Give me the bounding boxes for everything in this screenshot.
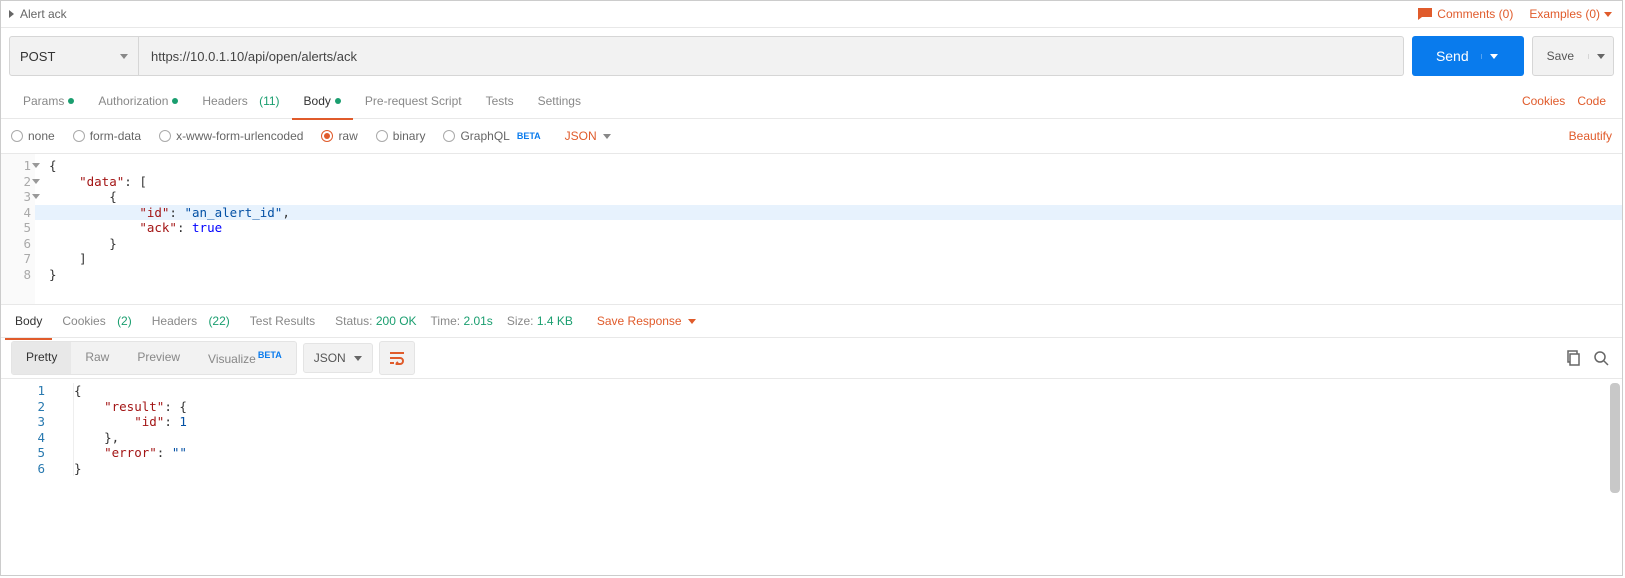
send-dropdown[interactable] bbox=[1481, 54, 1506, 59]
tab-prerequest[interactable]: Pre-request Script bbox=[353, 84, 474, 118]
wrap-lines-button[interactable] bbox=[379, 341, 415, 375]
resp-tab-cookies[interactable]: Cookies (2) bbox=[52, 304, 141, 338]
bodytype-none[interactable]: none bbox=[11, 129, 55, 143]
response-language-select[interactable]: JSON bbox=[303, 343, 373, 373]
line-gutter: 123456 bbox=[1, 379, 55, 575]
radio-icon bbox=[321, 130, 333, 142]
copy-response-button[interactable] bbox=[1562, 347, 1584, 369]
chevron-down-icon bbox=[120, 54, 128, 59]
view-pretty[interactable]: Pretty bbox=[12, 342, 71, 374]
bodytype-binary[interactable]: binary bbox=[376, 129, 426, 143]
resp-tab-headers[interactable]: Headers (22) bbox=[142, 304, 240, 338]
request-name: Alert ack bbox=[20, 7, 67, 21]
radio-icon bbox=[73, 130, 85, 142]
view-preview[interactable]: Preview bbox=[123, 342, 194, 374]
comments-button[interactable]: Comments (0) bbox=[1417, 7, 1513, 21]
tab-authorization[interactable]: Authorization bbox=[86, 84, 190, 118]
radio-icon bbox=[159, 130, 171, 142]
active-dot-icon bbox=[68, 98, 74, 104]
examples-dropdown[interactable]: Examples (0) bbox=[1529, 7, 1612, 21]
cookies-link[interactable]: Cookies bbox=[1516, 94, 1571, 108]
save-dropdown[interactable] bbox=[1588, 54, 1613, 59]
tab-params[interactable]: Params bbox=[11, 84, 86, 118]
radio-icon bbox=[376, 130, 388, 142]
radio-icon bbox=[443, 130, 455, 142]
body-type-row: none form-data x-www-form-urlencoded raw… bbox=[1, 119, 1622, 154]
bodytype-xwww[interactable]: x-www-form-urlencoded bbox=[159, 129, 303, 143]
chevron-down-icon bbox=[688, 319, 696, 324]
bodytype-graphql[interactable]: GraphQLBETA bbox=[443, 129, 540, 143]
wrap-icon bbox=[389, 351, 405, 365]
search-icon bbox=[1593, 350, 1609, 366]
caret-right-icon bbox=[9, 10, 14, 18]
body-language-select[interactable]: JSON bbox=[565, 129, 611, 143]
http-method-select[interactable]: POST bbox=[9, 36, 139, 76]
response-tabs: Body Cookies (2) Headers (22) Test Resul… bbox=[1, 304, 1622, 338]
comment-icon bbox=[1417, 7, 1433, 21]
save-response-dropdown[interactable]: Save Response bbox=[597, 314, 696, 328]
scrollbar-thumb[interactable] bbox=[1610, 383, 1620, 493]
line-gutter: 12345678 bbox=[1, 154, 35, 304]
request-body-editor[interactable]: 12345678 { "data": [ { "id": "an_alert_i… bbox=[1, 154, 1622, 304]
resp-tab-tests[interactable]: Test Results bbox=[240, 304, 325, 338]
radio-icon bbox=[11, 130, 23, 142]
view-visualize[interactable]: VisualizeBETA bbox=[194, 342, 296, 374]
save-button[interactable]: Save bbox=[1532, 36, 1614, 76]
resp-tab-body[interactable]: Body bbox=[5, 304, 52, 340]
code-area[interactable]: { "result": { "id": 1 }, "error": "" } bbox=[55, 379, 1622, 575]
chevron-down-icon bbox=[1597, 54, 1605, 59]
bodytype-raw[interactable]: raw bbox=[321, 129, 357, 143]
postman-window: Alert ack Comments (0) Examples (0) POST… bbox=[0, 0, 1623, 576]
search-response-button[interactable] bbox=[1590, 347, 1612, 369]
response-status: Status: 200 OK Time: 2.01s Size: 1.4 KB bbox=[325, 314, 583, 328]
bodytype-formdata[interactable]: form-data bbox=[73, 129, 141, 143]
active-dot-icon bbox=[172, 98, 178, 104]
top-actions: Comments (0) Examples (0) bbox=[1417, 7, 1622, 21]
view-raw[interactable]: Raw bbox=[71, 342, 123, 374]
chevron-down-icon bbox=[603, 134, 611, 139]
title-bar: Alert ack Comments (0) Examples (0) bbox=[1, 1, 1622, 28]
request-row: POST Send Save bbox=[1, 28, 1622, 84]
tab-headers[interactable]: Headers (11) bbox=[190, 84, 291, 118]
tab-body[interactable]: Body bbox=[292, 84, 353, 120]
response-body-editor[interactable]: 123456 { "result": { "id": 1 }, "error":… bbox=[1, 379, 1622, 575]
send-button[interactable]: Send bbox=[1412, 36, 1524, 76]
tab-settings[interactable]: Settings bbox=[526, 84, 593, 118]
chevron-down-icon bbox=[354, 356, 362, 361]
view-mode-group: Pretty Raw Preview VisualizeBETA bbox=[11, 341, 297, 375]
tab-tests[interactable]: Tests bbox=[474, 84, 526, 118]
request-tabs: Params Authorization Headers (11) Body P… bbox=[1, 84, 1622, 119]
copy-icon bbox=[1565, 350, 1581, 366]
url-input[interactable] bbox=[139, 36, 1404, 76]
code-link[interactable]: Code bbox=[1571, 94, 1612, 108]
code-area[interactable]: { "data": [ { "id": "an_alert_id", "ack"… bbox=[35, 154, 1622, 304]
response-view-row: Pretty Raw Preview VisualizeBETA JSON bbox=[1, 338, 1622, 379]
chevron-down-icon bbox=[1604, 12, 1612, 17]
chevron-down-icon bbox=[1490, 54, 1498, 59]
request-tab-title[interactable]: Alert ack bbox=[1, 7, 75, 21]
active-dot-icon bbox=[335, 98, 341, 104]
beautify-link[interactable]: Beautify bbox=[1569, 129, 1612, 143]
